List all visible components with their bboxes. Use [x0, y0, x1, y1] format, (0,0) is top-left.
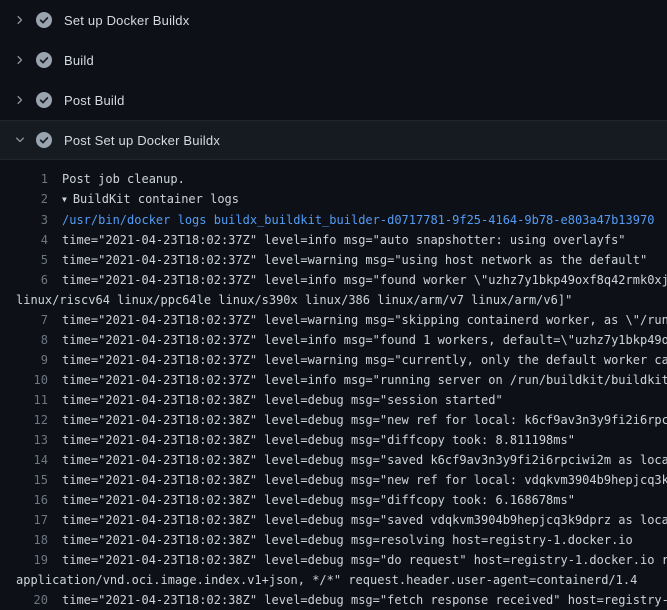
line-number[interactable]: 14 — [0, 450, 48, 470]
log-text: time="2021-04-23T18:02:38Z" level=debug … — [48, 530, 633, 550]
group-toggle-icon[interactable]: ▼ — [62, 190, 67, 210]
log-line: 13time="2021-04-23T18:02:38Z" level=debu… — [0, 430, 667, 450]
log-line: 16time="2021-04-23T18:02:38Z" level=debu… — [0, 490, 667, 510]
actions-log-viewer: Set up Docker Buildx Build Post Build — [0, 0, 667, 610]
log-command-line: 3/usr/bin/docker logs buildx_buildkit_bu… — [0, 210, 667, 230]
line-number[interactable]: 13 — [0, 430, 48, 450]
line-number[interactable]: 16 — [0, 490, 48, 510]
log-text: time="2021-04-23T18:02:37Z" level=warnin… — [48, 350, 667, 370]
step-section-label: Post Set up Docker Buildx — [64, 133, 220, 148]
log-text: /usr/bin/docker logs buildx_buildkit_bui… — [48, 210, 654, 230]
line-number[interactable]: 18 — [0, 530, 48, 550]
chevron-right-icon — [12, 92, 28, 108]
chevron-down-icon — [12, 132, 28, 148]
log-text: ▼ BuildKit container logs — [48, 189, 239, 210]
check-circle-icon — [36, 92, 52, 108]
log-line: 20time="2021-04-23T18:02:38Z" level=debu… — [0, 590, 667, 610]
log-line: 10time="2021-04-23T18:02:37Z" level=info… — [0, 370, 667, 390]
log-line: 6time="2021-04-23T18:02:37Z" level=info … — [0, 270, 667, 290]
log-text: time="2021-04-23T18:02:38Z" level=debug … — [48, 490, 575, 510]
line-number[interactable]: 11 — [0, 390, 48, 410]
check-circle-icon — [36, 12, 52, 28]
log-text: time="2021-04-23T18:02:38Z" level=debug … — [48, 430, 575, 450]
log-text: time="2021-04-23T18:02:38Z" level=debug … — [48, 590, 667, 610]
log-text: time="2021-04-23T18:02:38Z" level=debug … — [48, 410, 667, 430]
log-text: Post job cleanup. — [48, 169, 185, 189]
line-number[interactable]: 17 — [0, 510, 48, 530]
log-text: time="2021-04-23T18:02:37Z" level=info m… — [48, 230, 626, 250]
log-group-line[interactable]: 2 ▼ BuildKit container logs — [0, 189, 667, 210]
line-number[interactable]: 2 — [0, 189, 48, 210]
log-line: 19time="2021-04-23T18:02:38Z" level=debu… — [0, 550, 667, 570]
line-number[interactable]: 8 — [0, 330, 48, 350]
step-section-header-4[interactable]: Post Set up Docker Buildx — [0, 120, 667, 160]
log-text: time="2021-04-23T18:02:37Z" level=info m… — [48, 370, 667, 390]
log-line: 11time="2021-04-23T18:02:38Z" level=debu… — [0, 390, 667, 410]
check-circle-icon — [36, 52, 52, 68]
line-number[interactable]: 15 — [0, 470, 48, 490]
log-line: 17time="2021-04-23T18:02:38Z" level=debu… — [0, 510, 667, 530]
log-text: time="2021-04-23T18:02:38Z" level=debug … — [48, 550, 667, 570]
log-line: 9time="2021-04-23T18:02:37Z" level=warni… — [0, 350, 667, 370]
log-content: 1Post job cleanup.2 ▼ BuildKit container l… — [0, 160, 667, 610]
log-text: time="2021-04-23T18:02:38Z" level=debug … — [48, 510, 667, 530]
step-section-header-1[interactable]: Set up Docker Buildx — [0, 0, 667, 40]
line-number[interactable]: 7 — [0, 310, 48, 330]
log-line: 8time="2021-04-23T18:02:37Z" level=info … — [0, 330, 667, 350]
step-section-label: Set up Docker Buildx — [64, 13, 189, 28]
log-text: application/vnd.oci.image.index.v1+json,… — [0, 570, 637, 590]
step-section-header-2[interactable]: Build — [0, 40, 667, 80]
log-text: time="2021-04-23T18:02:37Z" level=warnin… — [48, 310, 667, 330]
line-number[interactable]: 1 — [0, 169, 48, 189]
group-label: BuildKit container logs — [73, 192, 239, 206]
line-number[interactable]: 12 — [0, 410, 48, 430]
step-section-label: Post Build — [64, 93, 125, 108]
log-text: time="2021-04-23T18:02:38Z" level=debug … — [48, 450, 667, 470]
log-line-continuation: linux/riscv64 linux/ppc64le linux/s390x … — [0, 290, 667, 310]
log-line: 15time="2021-04-23T18:02:38Z" level=debu… — [0, 470, 667, 490]
log-text: time="2021-04-23T18:02:37Z" level=warnin… — [48, 250, 647, 270]
log-line: 1Post job cleanup. — [0, 169, 667, 189]
log-text: time="2021-04-23T18:02:38Z" level=debug … — [48, 470, 667, 490]
line-number[interactable]: 4 — [0, 230, 48, 250]
log-line: 12time="2021-04-23T18:02:38Z" level=debu… — [0, 410, 667, 430]
log-text: linux/riscv64 linux/ppc64le linux/s390x … — [0, 290, 572, 310]
line-number[interactable]: 20 — [0, 590, 48, 610]
chevron-right-icon — [12, 12, 28, 28]
line-number[interactable]: 3 — [0, 210, 48, 230]
log-line: 14time="2021-04-23T18:02:38Z" level=debu… — [0, 450, 667, 470]
log-text: time="2021-04-23T18:02:37Z" level=info m… — [48, 330, 667, 350]
line-number[interactable]: 9 — [0, 350, 48, 370]
log-line: 4time="2021-04-23T18:02:37Z" level=info … — [0, 230, 667, 250]
log-text: time="2021-04-23T18:02:38Z" level=debug … — [48, 390, 503, 410]
line-number[interactable]: 6 — [0, 270, 48, 290]
step-section-header-3[interactable]: Post Build — [0, 80, 667, 120]
log-text: time="2021-04-23T18:02:37Z" level=info m… — [48, 270, 667, 290]
line-number[interactable]: 5 — [0, 250, 48, 270]
line-number[interactable]: 10 — [0, 370, 48, 390]
log-line: 18time="2021-04-23T18:02:38Z" level=debu… — [0, 530, 667, 550]
log-line: 5time="2021-04-23T18:02:37Z" level=warni… — [0, 250, 667, 270]
line-number[interactable]: 19 — [0, 550, 48, 570]
check-circle-icon — [36, 132, 52, 148]
step-section-label: Build — [64, 53, 94, 68]
chevron-right-icon — [12, 52, 28, 68]
log-line-continuation: application/vnd.oci.image.index.v1+json,… — [0, 570, 667, 590]
log-line: 7time="2021-04-23T18:02:37Z" level=warni… — [0, 310, 667, 330]
